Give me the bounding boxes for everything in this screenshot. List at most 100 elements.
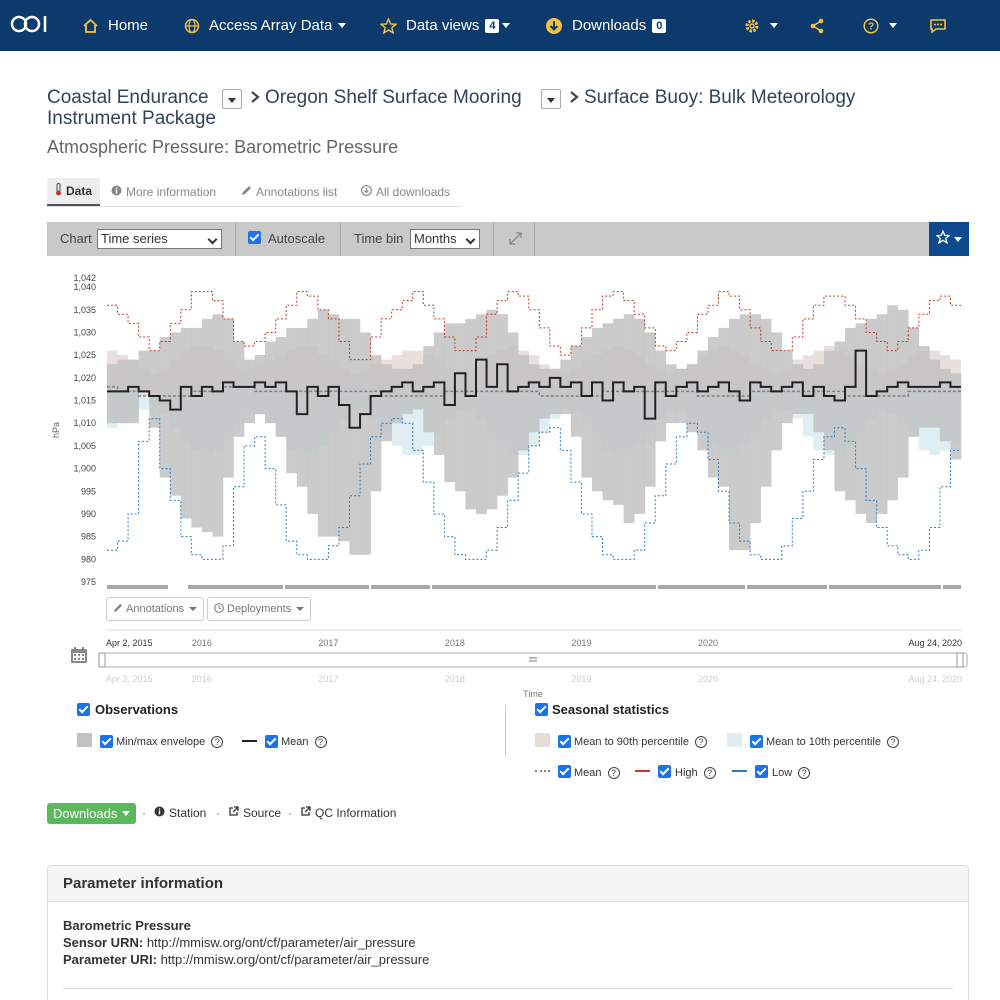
nav-share[interactable] bbox=[809, 0, 834, 51]
envelope-bar bbox=[697, 350, 709, 451]
to90-legend-item: Mean to 90th percentile ? bbox=[574, 736, 707, 748]
breadcrumb-item-site[interactable]: Oregon Shelf Surface Mooring bbox=[265, 87, 522, 109]
nav-downloads[interactable]: Downloads 0 bbox=[545, 0, 667, 51]
deployment-bar bbox=[747, 585, 827, 589]
low-legend-item: Low ? bbox=[772, 767, 811, 779]
y-tick-label: 1,005 bbox=[73, 441, 96, 451]
chart-type-select[interactable]: Time series bbox=[97, 229, 222, 249]
station-link[interactable]: Station bbox=[154, 806, 206, 820]
tab-more-information[interactable]: More information bbox=[111, 178, 216, 206]
y-tick-label: 1,020 bbox=[73, 373, 96, 383]
downloads-button-label: Downloads bbox=[53, 806, 118, 821]
minmax-legend-item: Min/max envelope ? bbox=[116, 736, 224, 748]
navigator-x-tick-label: 2017 bbox=[318, 674, 338, 684]
timeseries-chart[interactable]: 975 980 985 990 995 1,000 1,005 1,010 1,015 1,020… bbox=[47, 266, 969, 698]
calendar-icon[interactable] bbox=[70, 646, 88, 669]
to10-checkbox[interactable] bbox=[750, 735, 763, 748]
favorite-star-button[interactable] bbox=[929, 222, 969, 256]
deployment-bar bbox=[829, 585, 941, 589]
envelope-bar bbox=[739, 314, 751, 551]
envelope-bar bbox=[897, 309, 909, 478]
time-bin-select[interactable]: Months bbox=[410, 229, 480, 249]
tab-data-label: Data bbox=[66, 184, 93, 198]
navigator-x-tick-label: 2018 bbox=[445, 674, 465, 684]
breadcrumb-dropdown-button[interactable] bbox=[541, 89, 561, 109]
observations-checkbox[interactable] bbox=[77, 703, 90, 716]
envelope-bar bbox=[549, 368, 561, 415]
observations-title: Observations bbox=[95, 702, 179, 717]
deployment-bar bbox=[107, 585, 168, 589]
qc-information-link-label: QC Information bbox=[315, 806, 397, 820]
envelope-bar bbox=[613, 318, 624, 505]
envelope-bar bbox=[486, 309, 498, 510]
help-icon[interactable]: ? bbox=[703, 767, 716, 779]
star-icon bbox=[380, 17, 397, 34]
time-navigator[interactable]: Apr 2, 2015 Aug 24, 2020 2016 2016 2017 2017 2… bbox=[98, 629, 968, 698]
nav-help[interactable]: ? bbox=[863, 0, 897, 51]
chevron-down-icon bbox=[122, 811, 131, 816]
envelope-bar bbox=[275, 336, 287, 437]
nav-feedback[interactable] bbox=[929, 0, 956, 51]
low-checkbox[interactable] bbox=[755, 765, 768, 778]
deployments-dropdown-button[interactable]: Deployments bbox=[207, 597, 312, 621]
nav-home[interactable]: Home bbox=[82, 0, 148, 51]
help-icon[interactable]: ? bbox=[314, 736, 327, 748]
envelope-bar bbox=[360, 332, 371, 555]
breadcrumb-dropdown-button[interactable] bbox=[222, 89, 242, 109]
to90-label: Mean to 90th percentile bbox=[574, 736, 689, 748]
envelope-bar bbox=[676, 368, 688, 424]
legend-divider bbox=[505, 705, 506, 757]
ooi-logo[interactable] bbox=[10, 10, 48, 38]
help-icon[interactable]: ? bbox=[694, 736, 707, 748]
seasonal-mean-checkbox[interactable] bbox=[558, 765, 571, 778]
nav-data-views[interactable]: Data views 4 bbox=[380, 0, 511, 51]
envelope-bar bbox=[402, 368, 414, 415]
annotations-dropdown-button[interactable]: Annotations bbox=[106, 597, 205, 621]
envelope-bar bbox=[623, 314, 635, 524]
qc-information-link[interactable]: QC Information bbox=[300, 806, 396, 820]
tab-data[interactable]: Data bbox=[47, 178, 101, 206]
envelope-bar bbox=[412, 364, 424, 410]
sensor-urn-label: Sensor URN: bbox=[63, 935, 144, 950]
breadcrumb-item-instrument[interactable]: Surface Buoy: Bulk Meteorology bbox=[584, 87, 855, 109]
source-link[interactable]: Source bbox=[228, 806, 281, 820]
chevron-down-icon bbox=[338, 23, 347, 28]
envelope-bar bbox=[866, 318, 877, 524]
nav-access-array-data[interactable]: Access Array Data bbox=[184, 0, 347, 51]
high-checkbox[interactable] bbox=[658, 765, 671, 778]
help-icon[interactable]: ? bbox=[798, 767, 811, 779]
envelope-bar bbox=[760, 318, 772, 487]
envelope-bar bbox=[792, 364, 804, 415]
info-icon bbox=[111, 185, 122, 199]
tab-all-downloads[interactable]: All downloads bbox=[361, 178, 450, 206]
breadcrumb-item-instrument-line2[interactable]: Instrument Package bbox=[47, 108, 216, 130]
mean-legend-item: Mean ? bbox=[281, 736, 327, 748]
envelope-bar bbox=[855, 323, 867, 514]
envelope-bar bbox=[581, 336, 593, 478]
download-circle-icon bbox=[545, 17, 563, 35]
navigator-end-label-faded: Aug 24, 2020 bbox=[908, 674, 962, 684]
envelope-bar bbox=[370, 355, 382, 492]
deployments-button-label: Deployments bbox=[227, 603, 292, 615]
seasonal-checkbox[interactable] bbox=[535, 703, 548, 716]
minmax-checkbox[interactable] bbox=[100, 735, 113, 748]
expand-icon[interactable] bbox=[509, 232, 522, 250]
toolbar-divider bbox=[235, 222, 236, 256]
help-icon[interactable]: ? bbox=[886, 736, 899, 748]
envelope-bar bbox=[518, 355, 530, 451]
envelope-bar bbox=[813, 364, 825, 433]
help-icon[interactable]: ? bbox=[607, 767, 620, 779]
to90-checkbox[interactable] bbox=[558, 735, 571, 748]
y-tick-label: 995 bbox=[81, 486, 96, 496]
help-icon[interactable]: ? bbox=[211, 736, 224, 748]
tab-annotations-list[interactable]: Annotations list bbox=[241, 178, 337, 206]
mean-checkbox[interactable] bbox=[265, 735, 278, 748]
parameter-uri-row: Parameter URI: http://mmisw.org/ont/cf/p… bbox=[63, 952, 429, 967]
deployment-bar bbox=[432, 585, 656, 589]
breadcrumb-item-array[interactable]: Coastal Endurance bbox=[47, 87, 209, 109]
nav-settings[interactable] bbox=[744, 0, 778, 51]
autoscale-checkbox[interactable] bbox=[248, 231, 261, 244]
time-bin-label: Time bin bbox=[354, 231, 404, 246]
downloads-dropdown-button[interactable]: Downloads bbox=[47, 803, 137, 824]
chevron-right-icon bbox=[250, 90, 260, 107]
